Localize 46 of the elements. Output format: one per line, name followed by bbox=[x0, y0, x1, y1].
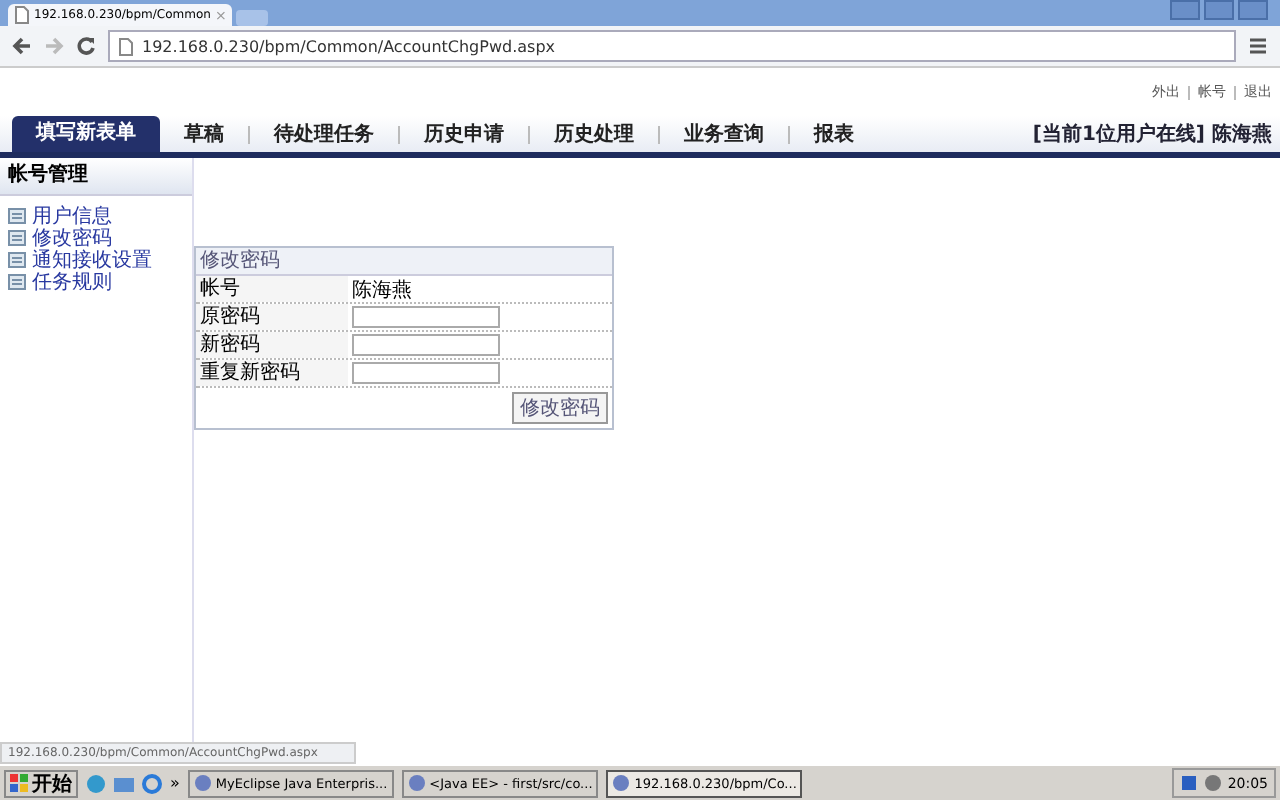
menu-icon[interactable] bbox=[1248, 36, 1268, 56]
folder-icon[interactable] bbox=[114, 773, 134, 793]
document-icon bbox=[8, 251, 26, 267]
address-field[interactable]: 192.168.0.230/bpm/Common/AccountChgPwd.aspx bbox=[108, 30, 1236, 62]
sidebar-link[interactable]: 通知接收设置 bbox=[32, 245, 152, 273]
password-field[interactable] bbox=[352, 334, 500, 356]
field-label: 帐号 bbox=[196, 276, 348, 302]
document-icon bbox=[8, 229, 26, 245]
online-user-status: [当前1位用户在线] 陈海燕 bbox=[1032, 120, 1274, 148]
nav-tab[interactable]: 待处理任务 bbox=[250, 120, 398, 148]
change-password-button[interactable]: 修改密码 bbox=[512, 392, 608, 424]
back-icon[interactable] bbox=[12, 36, 32, 56]
page-icon bbox=[118, 37, 134, 55]
app-icon bbox=[612, 774, 631, 792]
sidebar-link[interactable]: 用户信息 bbox=[32, 201, 112, 229]
sidebar-title: 帐号管理 bbox=[0, 158, 192, 196]
field-label: 新密码 bbox=[196, 332, 348, 358]
page-icon bbox=[14, 6, 30, 24]
new-tab-button[interactable] bbox=[236, 10, 269, 26]
account-value: 陈海燕 bbox=[352, 277, 412, 303]
field-label: 原密码 bbox=[196, 304, 348, 330]
windows-logo-icon bbox=[10, 774, 28, 792]
form-title: 修改密码 bbox=[196, 248, 612, 276]
document-icon bbox=[8, 273, 26, 289]
password-field[interactable] bbox=[352, 362, 500, 384]
forward-icon[interactable] bbox=[44, 36, 64, 56]
password-field[interactable] bbox=[352, 306, 500, 328]
app-icon bbox=[193, 774, 212, 792]
document-icon bbox=[8, 207, 26, 223]
nav-tab[interactable]: 报表 bbox=[790, 120, 878, 148]
field-label: 重复新密码 bbox=[196, 360, 348, 386]
minimize-button[interactable] bbox=[1170, 0, 1200, 20]
sidebar-link[interactable]: 任务规则 bbox=[32, 267, 112, 295]
browser-icon[interactable] bbox=[142, 773, 162, 793]
start-button[interactable]: 开始 bbox=[4, 769, 78, 797]
nav-tab[interactable]: 填写新表单 bbox=[12, 116, 160, 152]
nav-tab[interactable]: 业务查询 bbox=[660, 120, 788, 148]
more-button[interactable]: » bbox=[170, 774, 180, 792]
sidebar-link[interactable]: 修改密码 bbox=[32, 223, 112, 251]
nav-tab[interactable]: 历史申请 bbox=[400, 120, 528, 148]
nav-tab[interactable]: 历史处理 bbox=[530, 120, 658, 148]
close-button[interactable] bbox=[1238, 0, 1268, 20]
nav-tab[interactable]: 草稿 bbox=[160, 120, 248, 148]
reload-icon[interactable] bbox=[76, 36, 96, 56]
app-icon bbox=[407, 774, 426, 792]
maximize-button[interactable] bbox=[1204, 0, 1234, 20]
